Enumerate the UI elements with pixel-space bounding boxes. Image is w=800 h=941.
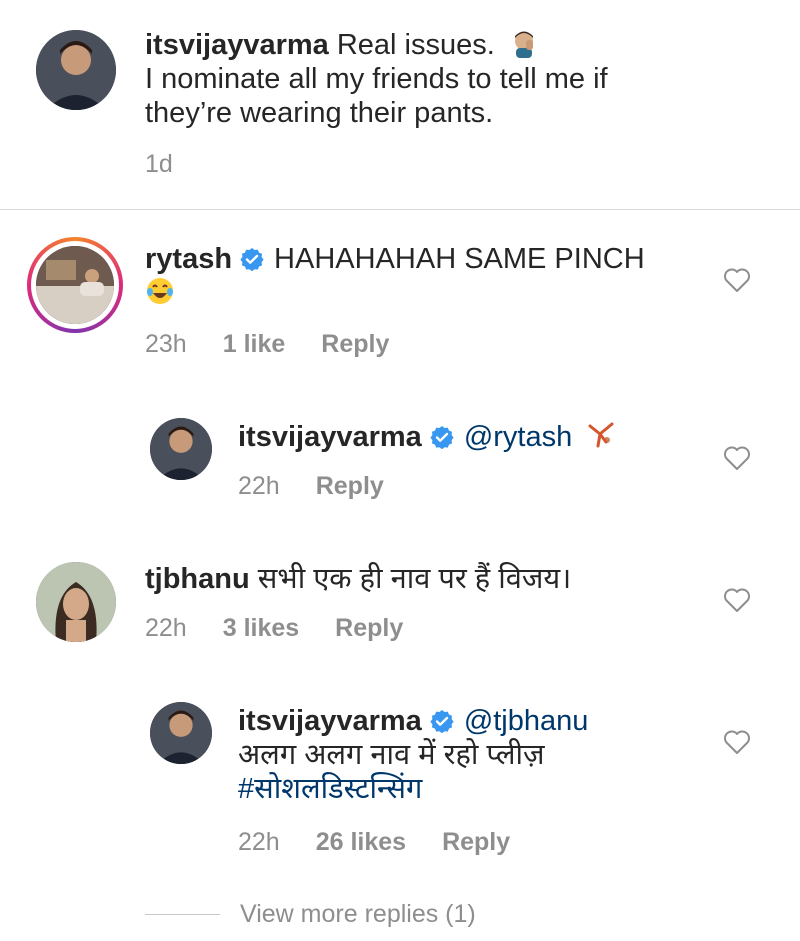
comment-rytash-body: HAHAHAHAH SAME PINCH <box>274 243 645 275</box>
comment-rytash-meta: 23h 1 like Reply <box>145 330 425 359</box>
verified-badge-icon <box>430 710 454 733</box>
caption-meta: 1d <box>145 150 209 179</box>
comment-rytash-text: rytash HAHAHAHAH SAME PINCH <box>145 242 705 310</box>
like-heart-icon[interactable] <box>723 445 751 471</box>
avatar-story-ring-rytash[interactable] <box>27 237 123 333</box>
view-more-replies-label: View more replies (1) <box>240 900 476 928</box>
avatar-itsvijayvarma[interactable] <box>36 30 116 110</box>
reply-tjbhanu-text: itsvijayvarma @tjbhanu अलग अलग नाव में रह… <box>238 704 718 806</box>
comment-rytash-reply-button[interactable]: Reply <box>321 330 389 358</box>
reply-rytash-text: itsvijayvarma @rytash <box>238 420 718 454</box>
reply-rytash-meta: 22h Reply <box>238 472 420 501</box>
comment-rytash-likes[interactable]: 1 like <box>223 330 286 358</box>
reply-tjbhanu-meta: 22h 26 likes Reply <box>238 828 546 857</box>
reply-tjbhanu-time: 22h <box>238 828 280 856</box>
caption-line3: they’re wearing their pants. <box>145 97 494 129</box>
caption-line1: Real issues. <box>336 29 495 61</box>
caption-divider <box>0 209 800 210</box>
comment-rytash-time: 23h <box>145 330 187 358</box>
verified-badge-icon <box>240 248 264 271</box>
comment-tjbhanu-reply-button[interactable]: Reply <box>335 614 403 642</box>
reply-rytash-mention[interactable]: @rytash <box>464 421 572 453</box>
reply-tjbhanu-hashtag[interactable]: #सोशलडिस्टन्सिंग <box>238 773 422 805</box>
reply-rytash-username[interactable]: itsvijayvarma <box>238 421 422 453</box>
reply-tjbhanu-username[interactable]: itsvijayvarma <box>238 705 422 737</box>
reply-tjbhanu-reply-button[interactable]: Reply <box>442 828 510 856</box>
caption-time: 1d <box>145 150 173 178</box>
caption-username[interactable]: itsvijayvarma <box>145 29 329 61</box>
verified-badge-icon <box>430 426 454 449</box>
reply-tjbhanu-mention[interactable]: @tjbhanu <box>464 705 589 737</box>
reply-tjbhanu-line2: अलग अलग नाव में रहो प्लीज़ <box>238 739 545 771</box>
avatar-itsvijayvarma-reply2[interactable] <box>150 702 212 764</box>
avatar-itsvijayvarma-reply1[interactable] <box>150 418 212 480</box>
comment-tjbhanu-text: tjbhanu सभी एक ही नाव पर हैं विजय। <box>145 562 705 596</box>
view-more-divider-line <box>145 914 220 915</box>
comment-tjbhanu-time: 22h <box>145 614 187 642</box>
facepalm-emoji-icon <box>514 31 533 58</box>
caption-line2: I nominate all my friends to tell me if <box>145 63 608 95</box>
like-heart-icon[interactable] <box>723 587 751 613</box>
reply-rytash-time: 22h <box>238 472 280 500</box>
view-more-replies-button[interactable]: View more replies (1) <box>145 900 476 929</box>
laughing-tears-emoji-icon <box>147 278 173 304</box>
comment-tjbhanu-meta: 22h 3 likes Reply <box>145 614 439 643</box>
comment-tjbhanu-username[interactable]: tjbhanu <box>145 563 250 595</box>
caption-text: itsvijayvarma Real issues. I nominate all… <box>145 28 765 130</box>
reply-tjbhanu-likes[interactable]: 26 likes <box>316 828 406 856</box>
comment-tjbhanu-likes[interactable]: 3 likes <box>223 614 299 642</box>
cartwheel-emoji-icon <box>588 422 614 448</box>
like-heart-icon[interactable] <box>723 267 751 293</box>
avatar-tjbhanu[interactable] <box>36 562 116 642</box>
like-heart-icon[interactable] <box>723 729 751 755</box>
avatar-rytash <box>36 246 114 324</box>
comment-rytash-username[interactable]: rytash <box>145 243 232 275</box>
comment-tjbhanu-body: सभी एक ही नाव पर हैं विजय। <box>257 563 572 595</box>
reply-rytash-reply-button[interactable]: Reply <box>316 472 384 500</box>
